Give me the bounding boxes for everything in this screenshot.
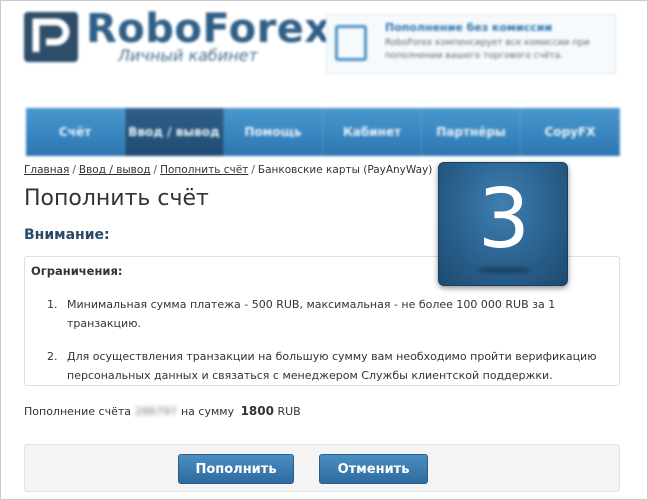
- breadcrumb: Главная / Ввод / вывод / Пополнить счёт / Банк…: [24, 164, 432, 176]
- attention-label: Внимание:: [24, 227, 110, 243]
- promo-banner[interactable]: Пополнение без комиссии RoboForex компен…: [326, 14, 616, 74]
- breadcrumb-link-top-up[interactable]: Пополнить счёт: [160, 164, 248, 176]
- logo-subtitle: Личный кабинет: [118, 46, 258, 65]
- breadcrumb-current: Банковские карты (PayAnyWay): [257, 164, 433, 176]
- summary-middle: на сумму: [180, 405, 235, 418]
- page-title: Пополнить счёт: [24, 186, 209, 211]
- breadcrumb-separator: /: [72, 164, 76, 176]
- wallet-icon: [335, 25, 367, 61]
- restrictions-title: Ограничения:: [31, 264, 123, 278]
- promo-title: Пополнение без комиссии: [385, 21, 553, 34]
- step-shadow: [477, 267, 531, 273]
- list-item-text: Для осуществления транзакции на большую …: [67, 350, 597, 382]
- list-item: 2. Для осуществления транзакции на больш…: [47, 347, 607, 385]
- step-badge: 3: [438, 162, 568, 286]
- breadcrumb-link-home[interactable]: Главная: [24, 164, 69, 176]
- submit-button[interactable]: Пополнить: [178, 454, 294, 484]
- action-bar: Пополнить Отменить: [24, 444, 620, 492]
- nav-item-help[interactable]: Помощь: [224, 108, 323, 156]
- nav-item-account[interactable]: Счёт: [26, 108, 125, 156]
- step-number: 3: [477, 172, 531, 267]
- cancel-button[interactable]: Отменить: [319, 454, 428, 484]
- restrictions-list: 1. Минимальная сумма платежа - 500 RUB, …: [47, 295, 607, 399]
- list-item-number: 1.: [47, 298, 58, 311]
- roboforex-logo-icon: [24, 12, 78, 62]
- summary-prefix: Пополнение счёта: [24, 405, 131, 418]
- list-item-text: Минимальная сумма платежа - 500 RUB, мак…: [67, 298, 556, 330]
- promo-text: RoboForex компенсирует все комиссии при …: [385, 38, 590, 61]
- nav-item-partners[interactable]: Партнёры: [422, 108, 521, 156]
- main-nav: Счёт Ввод / вывод Помощь Кабинет Партнёр…: [26, 108, 620, 156]
- breadcrumb-link-deposit-withdraw[interactable]: Ввод / вывод: [79, 164, 151, 176]
- nav-item-copyfx[interactable]: CopyFX: [521, 108, 620, 156]
- breadcrumb-separator: /: [153, 164, 158, 176]
- deposit-summary: Пополнение счёта 286797 на сумму 1800 RUB: [24, 404, 301, 418]
- nav-item-deposit-withdraw[interactable]: Ввод / вывод: [125, 108, 224, 156]
- list-item: 1. Минимальная сумма платежа - 500 RUB, …: [47, 295, 607, 333]
- breadcrumb-separator: /: [251, 164, 255, 176]
- list-item-number: 2.: [47, 350, 58, 363]
- deposit-currency: RUB: [277, 405, 301, 418]
- deposit-amount: 1800: [240, 404, 274, 418]
- nav-item-cabinet[interactable]: Кабинет: [323, 108, 422, 156]
- account-number: 286797: [134, 405, 177, 418]
